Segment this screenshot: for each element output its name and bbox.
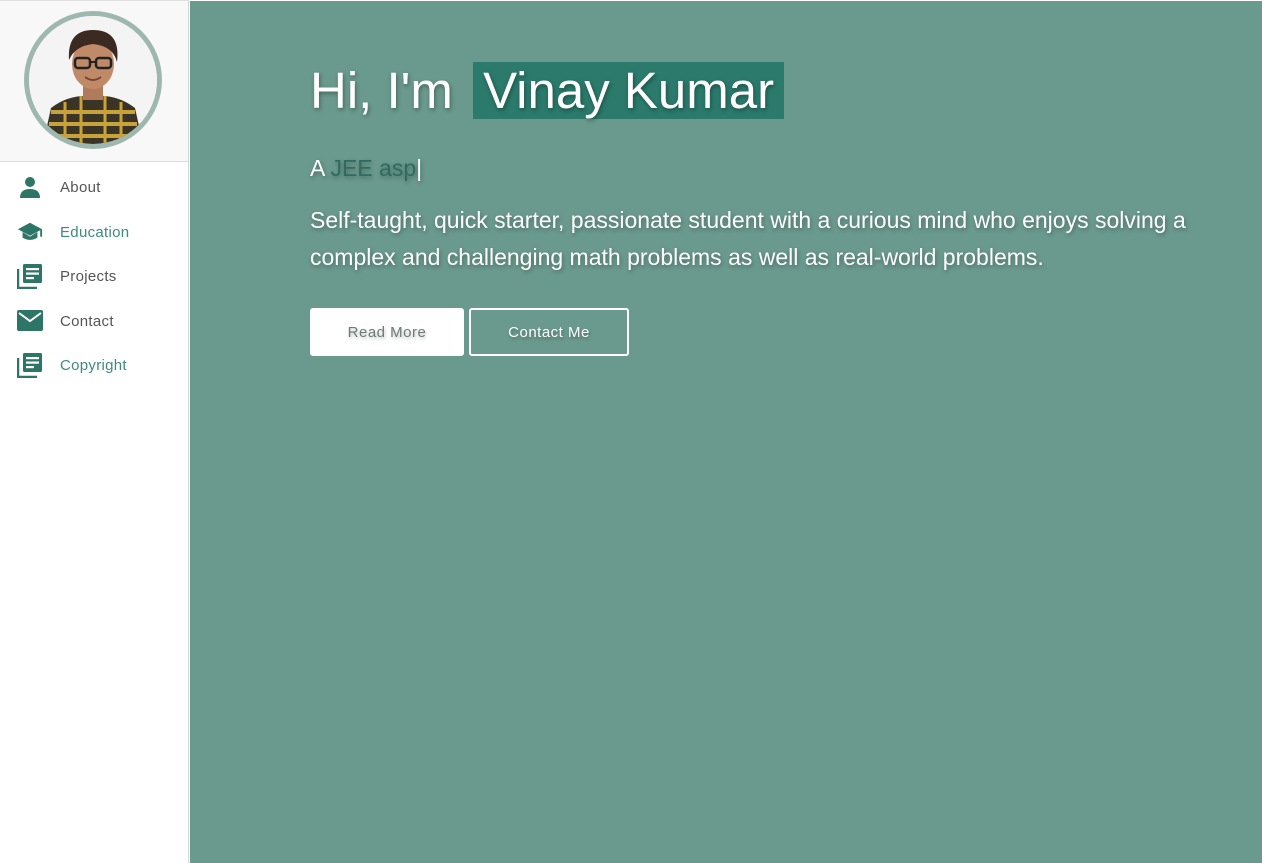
- contact-me-button[interactable]: Contact Me: [469, 308, 629, 356]
- tagline-prefix: A: [310, 155, 325, 181]
- profile-header: [0, 1, 188, 162]
- sidebar-item-copyright[interactable]: Copyright: [0, 347, 189, 383]
- documents-icon: [17, 352, 43, 378]
- sidebar: About Education Projects Contact Copyrig…: [0, 0, 189, 863]
- hero-section: Hi, I'm Vinay Kumar A JEE asp| Self-taug…: [190, 1, 1262, 863]
- sidebar-item-label: About: [60, 178, 101, 196]
- sidebar-item-label: Projects: [60, 267, 117, 285]
- sidebar-item-about[interactable]: About: [0, 169, 189, 205]
- avatar: [24, 11, 162, 149]
- sidebar-item-label: Copyright: [60, 356, 127, 374]
- sidebar-item-label: Education: [60, 223, 130, 241]
- sidebar-item-education[interactable]: Education: [0, 214, 189, 250]
- sidebar-item-label: Contact: [60, 312, 114, 330]
- envelope-icon: [17, 308, 43, 334]
- sidebar-item-contact[interactable]: Contact: [0, 303, 189, 339]
- tagline-typed-text: JEE asp: [330, 155, 417, 181]
- hero-name: Vinay Kumar: [473, 62, 785, 119]
- profile-photo: [29, 16, 157, 144]
- read-more-button[interactable]: Read More: [310, 308, 464, 356]
- hero-title: Hi, I'm Vinay Kumar: [310, 59, 785, 123]
- sidebar-item-projects[interactable]: Projects: [0, 258, 189, 294]
- person-icon: [17, 174, 43, 200]
- graduation-cap-icon: [17, 219, 43, 245]
- hero-tagline: A JEE asp|: [310, 155, 422, 182]
- typing-cursor: |: [416, 155, 423, 181]
- hero-description: Self-taught, quick starter, passionate s…: [310, 207, 1186, 270]
- hero-greeting: Hi, I'm: [310, 62, 453, 119]
- documents-icon: [17, 263, 43, 289]
